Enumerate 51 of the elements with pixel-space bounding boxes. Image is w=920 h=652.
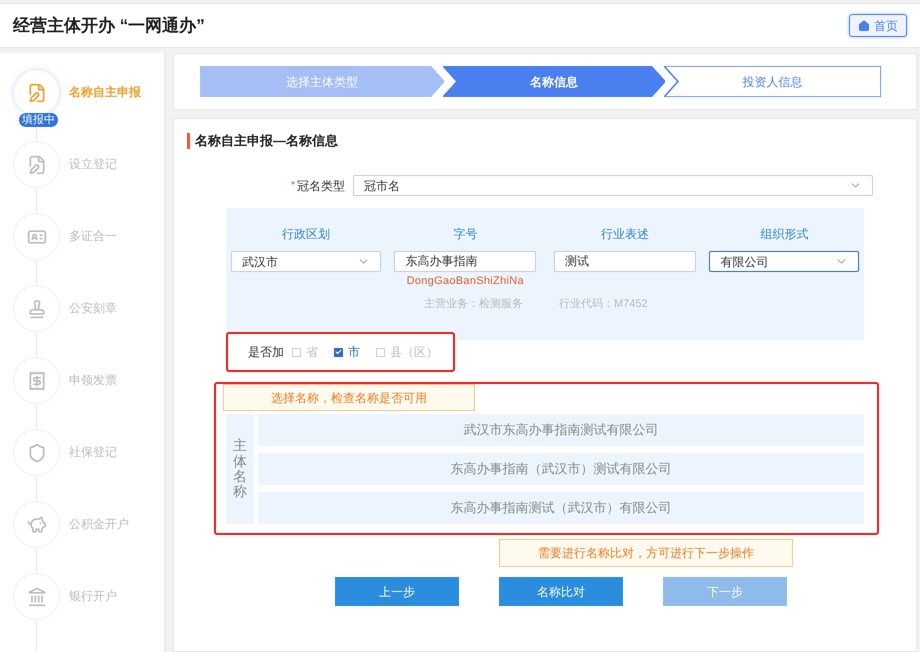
- name-type-select[interactable]: 冠市名: [353, 175, 873, 196]
- column-label: 字号: [453, 226, 478, 243]
- sidebar-item[interactable]: 申领发票: [69, 371, 117, 389]
- action-button[interactable]: 名称比对: [499, 577, 623, 606]
- sidebar-item[interactable]: 社保登记: [69, 443, 117, 461]
- checkbox[interactable]: [334, 348, 343, 356]
- section-title: 名称自主申报—名称信息: [187, 133, 916, 149]
- required-mark: *: [291, 179, 295, 193]
- sidebar-item[interactable]: 名称自主申报: [69, 83, 141, 101]
- sidebar-item[interactable]: 设立登记: [69, 155, 117, 173]
- edit-icon: [26, 82, 46, 102]
- column-label: 组织形式: [760, 226, 808, 243]
- shield-icon: [26, 442, 46, 462]
- home-button[interactable]: 首页: [849, 14, 907, 37]
- stamp-icon: [26, 298, 46, 318]
- tip-bubble: 需要进行名称比对，方可进行下一步操作: [499, 539, 793, 567]
- name-option[interactable]: 东高办事指南测试（武汉市）有限公司: [258, 492, 864, 524]
- text-field[interactable]: 东高办事指南: [394, 251, 536, 272]
- sidebar-item[interactable]: 公积金开户: [69, 515, 129, 533]
- region-checkbox[interactable]: 市: [334, 343, 360, 361]
- pinyin-hint: DongGaoBanShiZhiNa: [406, 274, 524, 289]
- select-field[interactable]: 武汉市: [230, 251, 381, 272]
- sidebar-item[interactable]: 银行开户: [69, 587, 117, 605]
- column-label: 行政区划: [282, 226, 330, 243]
- status-badge: 填报中: [19, 113, 58, 127]
- sidebar-item[interactable]: 公安刻章: [69, 299, 117, 317]
- name-option[interactable]: 武汉市东高办事指南测试有限公司: [258, 414, 864, 446]
- page-title: 经营主体开办 “一网通办”: [13, 14, 205, 37]
- option-label: 是否加: [248, 344, 284, 361]
- text-field[interactable]: 测试: [554, 251, 696, 272]
- piggy-bank-icon: [26, 514, 46, 534]
- action-button[interactable]: 上一步: [335, 577, 459, 606]
- info-text: 主营业务：检测服务: [424, 296, 523, 312]
- field-label: 冠名类型: [297, 178, 345, 194]
- home-icon: [858, 20, 870, 32]
- check-icon: [335, 348, 342, 356]
- info-text: 行业代码：M7452: [559, 296, 648, 312]
- document-edit-icon: [26, 154, 46, 174]
- step-tab[interactable]: 名称信息: [443, 66, 665, 97]
- step-tab[interactable]: 投资人信息: [664, 66, 881, 97]
- step-tab[interactable]: 选择主体类型: [200, 66, 444, 97]
- receipt-icon: [26, 370, 46, 390]
- region-checkbox[interactable]: 省: [292, 343, 318, 361]
- select-field[interactable]: 有限公司: [709, 251, 860, 272]
- tip-bubble: 选择名称，检查名称是否可用: [223, 384, 475, 411]
- name-option[interactable]: 东高办事指南（武汉市）测试有限公司: [258, 453, 864, 485]
- column-label: 行业表述: [600, 226, 649, 243]
- side-label: 主体名称: [226, 414, 254, 524]
- sidebar-item[interactable]: 多证合一: [69, 227, 117, 245]
- bank-icon: [26, 586, 46, 606]
- region-checkbox[interactable]: 县（区）: [376, 343, 438, 361]
